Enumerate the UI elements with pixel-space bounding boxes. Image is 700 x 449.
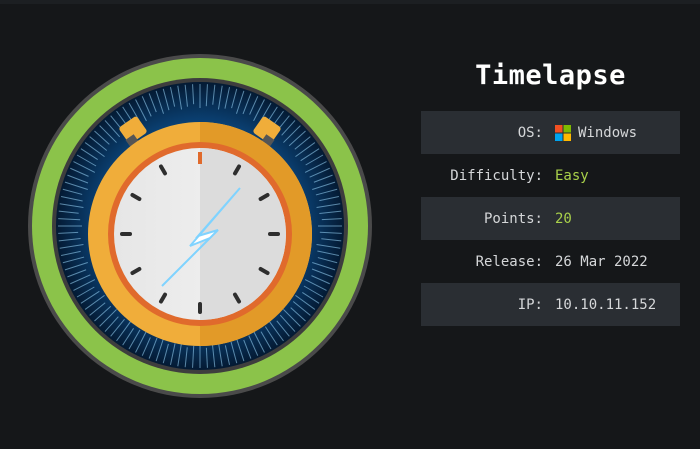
difficulty-value: Easy: [555, 167, 589, 184]
ip-label: IP:: [517, 296, 543, 313]
os-name: Windows: [578, 124, 638, 141]
release-label: Release:: [475, 253, 543, 270]
info-row-os: OS: Windows: [421, 111, 680, 154]
info-row-ip: IP: 10.10.11.152: [421, 283, 680, 326]
difficulty-label: Difficulty:: [450, 167, 543, 184]
info-row-release: Release: 26 Mar 2022: [421, 240, 680, 283]
info-row-difficulty: Difficulty: Easy: [421, 154, 680, 197]
machine-info-table: OS: Windows Difficulty: Easy Points: 20 …: [421, 111, 680, 326]
points-label: Points:: [483, 210, 543, 227]
info-row-points: Points: 20: [421, 197, 680, 240]
top-strip: [0, 0, 700, 4]
ip-value: 10.10.11.152: [555, 296, 657, 313]
points-value: 20: [555, 210, 572, 227]
windows-icon: [555, 124, 571, 141]
release-value: 26 Mar 2022: [555, 253, 648, 270]
os-value: Windows: [555, 124, 680, 141]
machine-title: Timelapse: [475, 60, 626, 91]
os-label: OS:: [517, 124, 543, 141]
machine-avatar-stopwatch-icon: [28, 54, 372, 398]
